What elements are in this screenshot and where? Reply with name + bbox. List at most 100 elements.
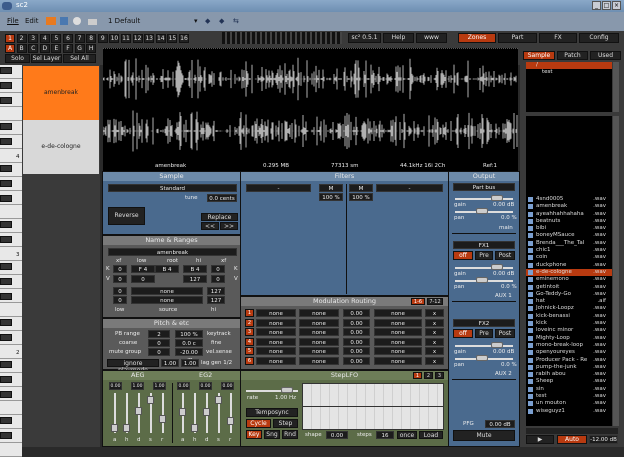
mod-source-select[interactable]: none bbox=[256, 347, 296, 356]
part-button[interactable]: 1 bbox=[5, 34, 15, 43]
key-range-field[interactable]: B 4 bbox=[155, 265, 179, 273]
mod-curve-select[interactable]: x bbox=[425, 318, 444, 327]
part-button[interactable]: 10 bbox=[109, 34, 120, 43]
part-button[interactable]: 3 bbox=[28, 34, 39, 43]
lfo-page-2[interactable]: 2 bbox=[424, 372, 433, 379]
mod-source2-select[interactable]: none bbox=[299, 357, 339, 365]
file-item[interactable]: ayeahhahhahaha .wav bbox=[526, 211, 612, 218]
file-item[interactable]: Producer Pack - Re .wav bbox=[526, 357, 612, 364]
mod-destination-select[interactable]: none bbox=[374, 309, 422, 317]
mod-destination-select[interactable]: none bbox=[374, 357, 422, 365]
vel-range-field[interactable]: 0 bbox=[131, 275, 155, 283]
steps-field[interactable]: 16 bbox=[376, 431, 394, 439]
file-item[interactable]: Mighty-Loop .wav bbox=[526, 335, 612, 342]
mod-row-number[interactable]: 4 bbox=[245, 337, 254, 346]
mod-curve-select[interactable]: x bbox=[425, 357, 444, 365]
part-button[interactable]: 15 bbox=[167, 34, 178, 43]
file-item[interactable]: wiseguyz1 .wav bbox=[526, 408, 612, 415]
layer-button[interactable]: A bbox=[5, 44, 15, 53]
key-range-field[interactable]: 0 bbox=[113, 265, 127, 273]
black-key[interactable] bbox=[0, 195, 12, 202]
mod-source2-select[interactable]: none bbox=[299, 309, 339, 317]
www-button[interactable]: www bbox=[416, 33, 447, 43]
key-range-field[interactable]: B 4 bbox=[183, 265, 207, 273]
black-key[interactable] bbox=[0, 391, 12, 398]
filter1-mix-field[interactable]: 100 % bbox=[319, 193, 343, 201]
rnd-button[interactable]: Rnd bbox=[282, 430, 298, 439]
waveform-display[interactable] bbox=[102, 48, 518, 161]
play-button[interactable]: ▶ bbox=[526, 435, 554, 444]
source-select[interactable]: none bbox=[131, 287, 203, 295]
next-sample-button[interactable]: >> bbox=[220, 222, 238, 230]
source-select[interactable]: none bbox=[131, 296, 203, 304]
minimize-button[interactable]: _ bbox=[592, 1, 601, 10]
eg2-a-handle[interactable] bbox=[179, 408, 186, 417]
aeg-r-handle[interactable] bbox=[159, 415, 166, 424]
aeg-h-handle[interactable] bbox=[123, 423, 130, 432]
fx2-gain-handle[interactable] bbox=[491, 342, 503, 348]
solo-button[interactable]: Solo bbox=[5, 54, 30, 63]
mod-source-select[interactable]: none bbox=[256, 357, 296, 365]
mod-row-number[interactable]: 5 bbox=[245, 347, 254, 356]
eg2-r-slider[interactable] bbox=[230, 393, 232, 433]
mod-amount-field[interactable]: 0.00 bbox=[343, 318, 370, 327]
eg2-d-handle[interactable] bbox=[203, 408, 210, 417]
help-button[interactable]: Help bbox=[383, 33, 414, 43]
white-key[interactable] bbox=[0, 303, 22, 317]
file-item[interactable]: getintoit .wav bbox=[526, 284, 612, 291]
file-item[interactable]: coin .wav bbox=[526, 254, 612, 261]
black-key[interactable] bbox=[0, 180, 12, 187]
file-item[interactable]: kick .wav bbox=[526, 320, 612, 327]
filter2-mix-field[interactable]: 100 % bbox=[349, 193, 373, 201]
step-sequencer-grid[interactable] bbox=[302, 383, 444, 430]
close-button[interactable]: × bbox=[612, 1, 621, 10]
zone-e-de-cologne[interactable]: e-de-cologne bbox=[23, 120, 99, 174]
mod-amount-field[interactable]: 0.00 bbox=[343, 347, 370, 356]
file-item[interactable]: mono-break-loop .wav bbox=[526, 342, 612, 349]
layer-button[interactable]: G bbox=[74, 44, 85, 53]
file-item[interactable]: beatnuts .wav bbox=[526, 218, 612, 225]
shape-field[interactable]: 0.00 bbox=[326, 431, 348, 439]
menu-edit[interactable]: Edit bbox=[25, 17, 39, 25]
black-key[interactable] bbox=[0, 334, 12, 341]
file-item[interactable]: Johnick-Loopz .wav bbox=[526, 305, 612, 312]
mod-source2-select[interactable]: none bbox=[299, 318, 339, 327]
mod-destination-select[interactable]: none bbox=[374, 347, 422, 356]
mod-destination-select[interactable]: none bbox=[374, 318, 422, 327]
keyboard-icon[interactable] bbox=[88, 19, 97, 25]
mod-source-select[interactable]: none bbox=[256, 328, 296, 337]
part-button[interactable]: 12 bbox=[132, 34, 143, 43]
file-item[interactable]: loveinc minor .wav bbox=[526, 327, 612, 334]
black-key[interactable] bbox=[0, 319, 12, 326]
playmode-select[interactable]: Standard bbox=[108, 184, 237, 192]
mod-source2-select[interactable]: none bbox=[299, 347, 339, 356]
fx1-pan-handle[interactable] bbox=[476, 277, 488, 283]
white-key[interactable] bbox=[0, 401, 22, 415]
filter2-mode-button[interactable]: M bbox=[349, 184, 373, 192]
replace-button[interactable]: Replace bbox=[201, 213, 238, 221]
black-key[interactable] bbox=[0, 221, 12, 228]
zone-name-field[interactable]: amenbreak bbox=[108, 248, 237, 256]
mod-amount-field[interactable]: 0.00 bbox=[343, 309, 370, 317]
vel-sense-field[interactable]: -20.00 dB bbox=[175, 348, 203, 364]
main-gain-handle[interactable] bbox=[491, 195, 503, 201]
fx2-pan-handle[interactable] bbox=[476, 355, 488, 361]
fx2-post-button[interactable]: Post bbox=[495, 329, 515, 338]
part-button[interactable]: 8 bbox=[86, 34, 97, 43]
preset-dropdown-icon[interactable]: ▾ bbox=[194, 17, 198, 25]
tree-item-root[interactable]: / bbox=[526, 62, 612, 69]
reverse-button[interactable]: Reverse bbox=[108, 207, 145, 225]
black-key[interactable] bbox=[0, 293, 12, 300]
load-button[interactable]: Load bbox=[419, 431, 443, 439]
fx2-off-button[interactable]: off bbox=[453, 329, 473, 338]
next-preset-icon[interactable]: ◆ bbox=[219, 17, 224, 25]
mini-keyboard[interactable] bbox=[222, 32, 342, 44]
file-item[interactable]: Sheep .wav bbox=[526, 378, 612, 385]
mod-source2-select[interactable]: none bbox=[299, 337, 339, 346]
black-key[interactable] bbox=[0, 123, 12, 130]
folder-tree[interactable]: / test bbox=[526, 62, 612, 112]
lfo-page-1[interactable]: 1 bbox=[413, 372, 422, 379]
source-low-field[interactable]: 0 bbox=[113, 287, 127, 295]
ignore-playmode-button[interactable]: ignore playmode bbox=[107, 359, 159, 374]
key-range-field[interactable]: F 4 bbox=[131, 265, 155, 273]
